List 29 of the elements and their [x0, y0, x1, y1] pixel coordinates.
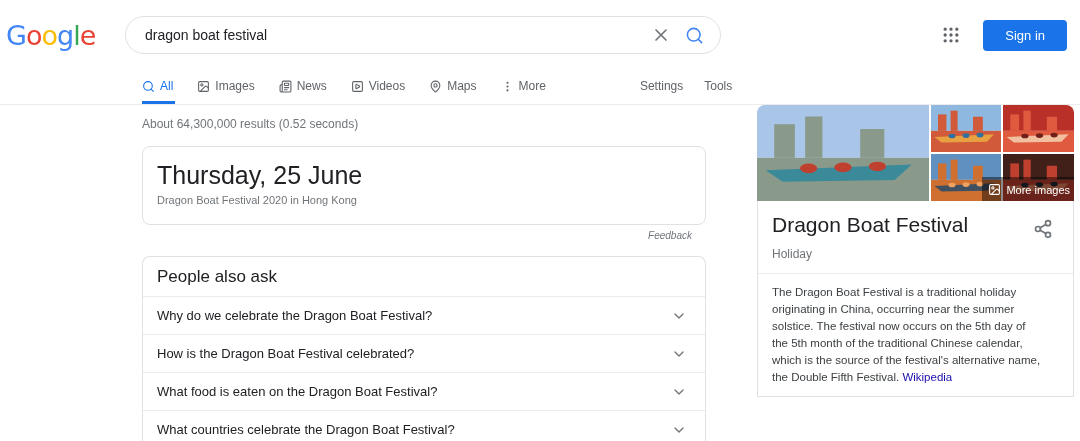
search-tab[interactable]: Maps	[429, 79, 479, 104]
date-subtitle: Dragon Boat Festival 2020 in Hong Kong	[157, 194, 358, 206]
question-text: Why do we celebrate the Dragon Boat Festival?	[157, 308, 433, 323]
question-text: How is the Dragon Boat Festival celebrated?	[157, 346, 415, 361]
search-tab[interactable]: More	[500, 79, 548, 104]
question-text: What food is eaten on the Dragon Boat Festival?	[157, 384, 438, 399]
toolbar-link[interactable]: Tools	[704, 79, 733, 104]
search-tab[interactable]: All	[142, 79, 176, 104]
feedback-link[interactable]: Feedback	[648, 230, 692, 241]
more-images-button[interactable]: More images	[982, 177, 1074, 201]
search-field[interactable]: dragon boat festival	[143, 26, 637, 44]
wikipedia-link[interactable]: Wikipedia	[902, 371, 953, 383]
question-row[interactable]: Why do we celebrate the Dragon Boat Festival?	[143, 297, 705, 335]
panel-title: Dragon Boat Festival	[772, 213, 969, 237]
section-title: People also ask	[143, 257, 705, 297]
question-text: What countries celebrate the Dragon Boat Festival?	[157, 422, 455, 437]
result-stats: About 64,300,000 results (0.52 seconds)	[142, 116, 360, 133]
search-tab[interactable]: Images	[197, 79, 257, 104]
logo[interactable]: Google	[6, 19, 125, 51]
description: The Dragon Boat Festival is a traditional holiday originating in China, occurring near the summer solstice. The festival now occurs on the 5th day of the 5th month of the traditional Chinese calendar, which is the source of the festival's alternative name, the Double Fifth Festival. Wikipedia	[771, 285, 1042, 385]
panel-subtitle: Holiday	[772, 247, 814, 261]
sign-in-button[interactable]: Sign in	[983, 19, 1067, 51]
question-row[interactable]: What food is eaten on the Dragon Boat Festival?	[143, 373, 705, 411]
question-row[interactable]: How is the Dragon Boat Festival celebrated?	[143, 335, 705, 373]
date-title: Thursday, 25 June	[157, 161, 364, 190]
question-row[interactable]: What countries celebrate the Dragon Boat Festival?	[143, 411, 705, 441]
search-tab[interactable]: News	[278, 79, 329, 104]
search-tab[interactable]: Videos	[350, 79, 408, 104]
toolbar-link[interactable]: Settings	[639, 79, 684, 104]
